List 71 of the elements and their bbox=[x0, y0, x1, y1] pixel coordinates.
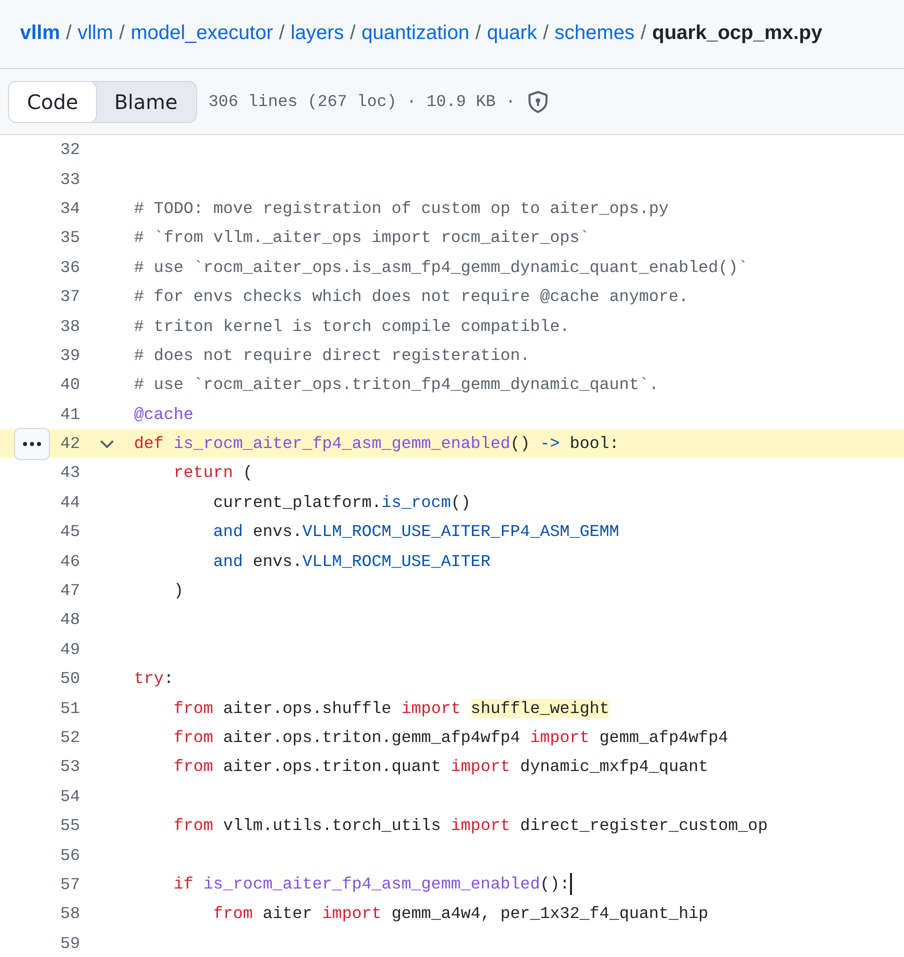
code-line: def is_rocm_aiter_fp4_asm_gemm_enabled() -> bool: bbox=[134, 434, 620, 454]
breadcrumb-link[interactable]: model_executor bbox=[130, 22, 274, 68]
breadcrumb-link[interactable]: vllm bbox=[20, 22, 60, 68]
line-number: 32 bbox=[59, 140, 80, 160]
code-line: # use `rocm_aiter_ops.is_asm_fp4_gemm_dynamic_quant_enabled()` bbox=[134, 258, 748, 277]
line-number: 51 bbox=[59, 698, 80, 718]
code-line: # does not require direct registeration. bbox=[134, 346, 530, 365]
ellipsis-icon bbox=[23, 442, 41, 446]
line-number: 52 bbox=[59, 728, 80, 747]
path-separator: / bbox=[66, 22, 72, 46]
line-number: 57 bbox=[59, 874, 80, 894]
code-line: return ( bbox=[172, 463, 253, 482]
line-number: 46 bbox=[59, 552, 80, 571]
code-line: # triton kernel is torch compile compatible. bbox=[134, 316, 570, 336]
line-number: 41 bbox=[59, 404, 80, 424]
code-line: from vllm.utils.torch_utils import direct_register_custom_op bbox=[172, 816, 768, 836]
line-number: 34 bbox=[59, 198, 80, 218]
code-line: and envs.VLLM_ROCM_USE_AITER_FP4_ASM_GEMM bbox=[212, 522, 620, 542]
line-number: 49 bbox=[59, 640, 80, 659]
code-line: and envs.VLLM_ROCM_USE_AITER bbox=[212, 552, 490, 571]
line-number: 55 bbox=[59, 816, 80, 836]
line-number: 36 bbox=[59, 258, 80, 277]
code-line: # use `rocm_aiter_ops.triton_fp4_gemm_dynamic_qaunt`. bbox=[134, 375, 659, 394]
more-options-button[interactable] bbox=[14, 428, 50, 460]
code-line: # TODO: move registration of custom op to aiter_ops.py bbox=[134, 198, 669, 218]
code-line: try: bbox=[134, 669, 174, 688]
breadcrumb-link[interactable]: schemes bbox=[554, 22, 635, 68]
code-line: current_platform.is_rocm() bbox=[212, 492, 471, 512]
path-separator: / bbox=[350, 22, 356, 46]
code-line: # `from vllm._aiter_ops import rocm_aiter_ops` bbox=[134, 228, 590, 248]
breadcrumb-link[interactable]: layers bbox=[290, 22, 344, 68]
path-separator: / bbox=[279, 22, 285, 46]
code-line: @cache bbox=[134, 404, 194, 424]
breadcrumb-link[interactable]: quark bbox=[486, 22, 537, 68]
line-number: 48 bbox=[59, 610, 80, 630]
code-line: # for envs checks which does not require @cache anymore. bbox=[134, 287, 688, 306]
chevron-down-icon[interactable] bbox=[99, 438, 115, 449]
code-line: from aiter.ops.triton.gemm_afp4wfp4 import gemm_afp4wfp4 bbox=[172, 728, 728, 747]
line-number: 45 bbox=[59, 522, 80, 542]
line-number: 37 bbox=[59, 287, 80, 306]
breadcrumb-link[interactable]: vllm bbox=[78, 22, 114, 68]
code-line: from aiter.ops.shuffle import shuffle_weight bbox=[172, 698, 610, 718]
file-name: quark_ocp_mx.py bbox=[652, 22, 822, 46]
path-separator: / bbox=[475, 22, 481, 46]
line-number: 43 bbox=[59, 463, 80, 482]
line-number: 42 bbox=[59, 434, 80, 454]
line-number: 59 bbox=[59, 934, 80, 953]
line-number: 50 bbox=[59, 669, 80, 688]
line-number: 58 bbox=[59, 904, 80, 924]
line-number: 47 bbox=[59, 581, 80, 600]
line-number: 33 bbox=[59, 170, 80, 189]
shield-icon[interactable] bbox=[527, 90, 550, 114]
file-info: 306 lines (267 loc) · 10.9 KB · bbox=[208, 92, 516, 111]
line-number: 44 bbox=[59, 492, 80, 512]
breadcrumb-link[interactable]: quantization bbox=[362, 22, 470, 68]
view-tab[interactable]: Blame bbox=[96, 82, 196, 122]
code-line: from aiter import gemm_a4w4, per_1x32_f4_quant_hip bbox=[212, 904, 708, 924]
line-number: 35 bbox=[59, 228, 80, 248]
code-line: from aiter.ops.triton.quant import dynamic_mxfp4_quant bbox=[172, 757, 708, 776]
line-number: 40 bbox=[59, 375, 80, 394]
path-separator: / bbox=[640, 22, 646, 46]
code-line: if is_rocm_aiter_fp4_asm_gemm_enabled(): bbox=[172, 873, 572, 896]
path-separator: / bbox=[542, 22, 549, 46]
line-number: 54 bbox=[59, 786, 80, 806]
path-separator: / bbox=[119, 22, 125, 46]
line-number: 56 bbox=[59, 846, 80, 865]
view-tab[interactable]: Code bbox=[8, 80, 98, 122]
code-line: ) bbox=[172, 581, 184, 600]
line-number: 38 bbox=[59, 316, 80, 336]
line-number: 39 bbox=[59, 346, 80, 365]
line-number: 53 bbox=[59, 757, 80, 776]
